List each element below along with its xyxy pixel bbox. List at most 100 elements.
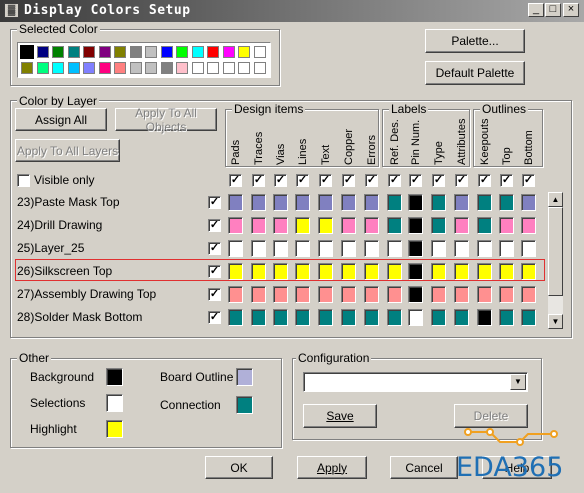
layer-color-swatch[interactable] (477, 194, 492, 211)
layer-color-swatch[interactable] (273, 194, 288, 211)
visible-only-checkbox[interactable] (17, 174, 30, 187)
scroll-thumb[interactable] (548, 207, 563, 296)
column-visible-checkbox[interactable]: ✓ (274, 174, 287, 187)
highlight-swatch[interactable] (106, 420, 123, 438)
column-visible-checkbox[interactable]: ✓ (522, 174, 535, 187)
save-button[interactable]: Save (303, 404, 377, 428)
layer-color-swatch[interactable] (477, 217, 492, 234)
layer-color-swatch[interactable] (295, 286, 310, 303)
palette-color-swatch[interactable] (52, 62, 64, 74)
selections-swatch[interactable] (106, 394, 123, 412)
layer-color-swatch[interactable] (521, 194, 536, 211)
cancel-button[interactable]: Cancel (390, 456, 458, 479)
palette-button[interactable]: Palette... (425, 29, 525, 53)
column-visible-checkbox[interactable]: ✓ (229, 174, 242, 187)
palette-color-swatch[interactable] (83, 62, 95, 74)
layer-color-swatch[interactable] (341, 217, 356, 234)
palette-color-swatch[interactable] (176, 46, 188, 58)
layer-name[interactable]: 24)Drill Drawing (17, 218, 102, 232)
layer-color-swatch[interactable] (273, 217, 288, 234)
layer-visible-checkbox[interactable]: ✓ (208, 242, 221, 255)
column-visible-checkbox[interactable]: ✓ (409, 174, 422, 187)
layer-color-swatch[interactable] (251, 240, 266, 257)
layer-color-swatch[interactable] (364, 240, 379, 257)
palette-color-swatch[interactable] (145, 46, 157, 58)
layer-color-swatch[interactable] (408, 286, 423, 303)
layer-color-swatch[interactable] (364, 217, 379, 234)
layer-color-swatch[interactable] (228, 217, 243, 234)
palette-color-swatch[interactable] (160, 62, 173, 74)
scroll-up-icon[interactable]: ▲ (548, 192, 563, 207)
layer-color-swatch[interactable] (454, 240, 469, 257)
layer-name[interactable]: 28)Solder Mask Bottom (17, 310, 142, 324)
layer-name[interactable]: 25)Layer_25 (17, 241, 84, 255)
palette-color-swatch[interactable] (52, 46, 64, 58)
layer-color-swatch[interactable] (228, 240, 243, 257)
palette-color-swatch[interactable] (114, 62, 126, 74)
layer-color-swatch[interactable] (521, 309, 536, 326)
layer-scrollbar[interactable]: ▲ ▼ (548, 192, 563, 329)
layer-color-swatch[interactable] (273, 309, 288, 326)
palette-color-swatch[interactable] (36, 62, 49, 74)
layer-name[interactable]: 23)Paste Mask Top (17, 195, 120, 209)
layer-color-swatch[interactable] (228, 194, 243, 211)
layer-visible-checkbox[interactable]: ✓ (208, 311, 221, 324)
palette-color-swatch[interactable] (207, 62, 219, 74)
layer-color-swatch[interactable] (431, 309, 446, 326)
palette-color-swatch[interactable] (98, 46, 111, 58)
layer-color-swatch[interactable] (318, 286, 333, 303)
layer-color-swatch[interactable] (341, 286, 356, 303)
layer-color-swatch[interactable] (431, 286, 446, 303)
layer-color-swatch[interactable] (228, 286, 243, 303)
layer-color-swatch[interactable] (364, 286, 379, 303)
layer-color-swatch[interactable] (295, 240, 310, 257)
ok-button[interactable]: OK (205, 456, 273, 479)
column-visible-checkbox[interactable]: ✓ (252, 174, 265, 187)
scroll-down-icon[interactable]: ▼ (548, 314, 563, 329)
layer-color-swatch[interactable] (387, 240, 402, 257)
layer-color-swatch[interactable] (295, 194, 310, 211)
palette-color-swatch[interactable] (253, 62, 266, 74)
layer-color-swatch[interactable] (499, 194, 514, 211)
layer-color-swatch[interactable] (387, 217, 402, 234)
layer-color-swatch[interactable] (364, 309, 379, 326)
layer-color-swatch[interactable] (521, 217, 536, 234)
layer-color-swatch[interactable] (521, 286, 536, 303)
palette-color-swatch[interactable] (222, 46, 235, 58)
layer-color-swatch[interactable] (251, 286, 266, 303)
minimize-button[interactable]: _ (528, 3, 544, 17)
layer-color-swatch[interactable] (318, 309, 333, 326)
column-visible-checkbox[interactable]: ✓ (478, 174, 491, 187)
column-visible-checkbox[interactable]: ✓ (432, 174, 445, 187)
layer-color-swatch[interactable] (341, 240, 356, 257)
palette-color-swatch[interactable] (114, 46, 126, 58)
palette-color-swatch[interactable] (98, 62, 111, 74)
layer-visible-checkbox[interactable]: ✓ (208, 219, 221, 232)
layer-color-swatch[interactable] (499, 240, 514, 257)
layer-color-swatch[interactable] (341, 194, 356, 211)
layer-color-swatch[interactable] (273, 240, 288, 257)
default-palette-button[interactable]: Default Palette (425, 61, 525, 85)
palette-color-swatch[interactable] (160, 46, 173, 58)
palette-color-swatch[interactable] (145, 62, 157, 74)
layer-color-swatch[interactable] (341, 309, 356, 326)
board-outline-swatch[interactable] (236, 368, 253, 386)
layer-color-swatch[interactable] (251, 194, 266, 211)
layer-color-swatch[interactable] (499, 286, 514, 303)
layer-color-swatch[interactable] (454, 286, 469, 303)
close-button[interactable]: × (563, 3, 579, 17)
palette-color-swatch[interactable] (36, 46, 49, 58)
layer-color-swatch[interactable] (364, 194, 379, 211)
configuration-select[interactable]: ▼ (303, 372, 528, 392)
column-visible-checkbox[interactable]: ✓ (296, 174, 309, 187)
layer-color-swatch[interactable] (408, 309, 423, 326)
layer-name[interactable]: 27)Assembly Drawing Top (17, 287, 156, 301)
layer-color-swatch[interactable] (318, 217, 333, 234)
palette-color-swatch[interactable] (67, 46, 80, 58)
maximize-button[interactable]: □ (545, 3, 561, 17)
palette-color-swatch[interactable] (176, 62, 188, 74)
layer-color-swatch[interactable] (499, 309, 514, 326)
column-visible-checkbox[interactable]: ✓ (455, 174, 468, 187)
palette-color-swatch[interactable] (191, 62, 204, 74)
layer-color-swatch[interactable] (387, 286, 402, 303)
